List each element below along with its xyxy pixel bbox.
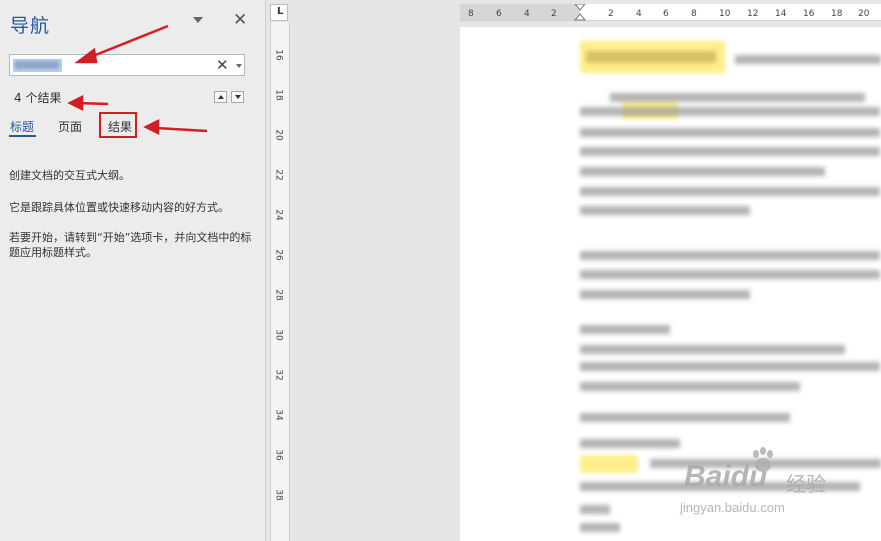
search-value xyxy=(15,61,59,69)
results-count: 4 个结果 xyxy=(14,91,62,105)
blurred-text-line xyxy=(580,382,800,391)
blurred-text xyxy=(735,55,881,64)
blurred-text-line xyxy=(610,93,865,102)
ruler-tick-label: 22 xyxy=(273,169,284,181)
ruler-tick-label: 20 xyxy=(273,129,284,141)
ruler-tick-label: 6 xyxy=(496,9,502,19)
vertical-ruler[interactable]: 16 18 20 22 24 26 28 30 32 34 36 38 xyxy=(270,22,290,541)
results-tab-highlight-box xyxy=(99,112,137,138)
tab-headings[interactable]: 标题 xyxy=(10,118,34,135)
navigation-pane: 导航 ✕ ✕ 4 个结果 标题 页面 结果 创建文档的交互式大纲。 它是跟踪具体… xyxy=(0,0,266,541)
chevron-down-icon[interactable] xyxy=(193,17,203,23)
ruler-tick-label: 36 xyxy=(273,449,284,461)
ruler-tick-label: 12 xyxy=(747,9,759,19)
triangle-down-icon xyxy=(235,95,241,99)
ruler-tick-label: 4 xyxy=(524,9,530,19)
search-dropdown-icon[interactable] xyxy=(236,64,242,68)
next-result-button[interactable] xyxy=(231,91,244,103)
nav-pane-title: 导航 xyxy=(10,15,51,37)
previous-result-button[interactable] xyxy=(214,91,227,103)
blurred-text-line xyxy=(580,206,750,215)
blurred-text-line xyxy=(580,439,680,448)
ruler-tick-label: 26 xyxy=(273,249,284,261)
ruler-tick-label: 16 xyxy=(273,49,284,61)
watermark-brand-cn: 经验 xyxy=(786,472,826,496)
watermark-url: jingyan.baidu.com xyxy=(680,500,785,515)
search-input[interactable]: ✕ xyxy=(9,54,245,76)
ruler-tick-label: 6 xyxy=(663,9,669,19)
ruler-tick-label: 24 xyxy=(273,209,284,221)
ruler-tick-label: 10 xyxy=(719,9,731,19)
blurred-text-line xyxy=(580,362,880,371)
blurred-highlight xyxy=(580,455,638,473)
blurred-text-line xyxy=(580,187,880,196)
blurred-text-line xyxy=(580,167,825,176)
baidu-watermark: Baidu 经验 jingyan.baidu.com xyxy=(676,446,836,526)
blurred-text-line xyxy=(580,523,620,532)
ruler-tab-selector[interactable]: L xyxy=(270,4,288,21)
ruler-tick-label: 32 xyxy=(273,369,284,381)
ruler-tick-label: 20 xyxy=(858,9,870,19)
nav-message-3: 若要开始，请转到“开始”选项卡，并向文档中的标题应用标题样式。 xyxy=(9,231,252,259)
ruler-tick-label: 4 xyxy=(636,9,642,19)
blurred-text-line xyxy=(580,325,670,334)
ruler-tick-label: 8 xyxy=(468,9,474,19)
ruler-tick-label: 18 xyxy=(831,9,843,19)
tab-pages[interactable]: 页面 xyxy=(58,118,82,135)
ruler-tick-label: 38 xyxy=(273,489,284,501)
ruler-tick-label: 8 xyxy=(691,9,697,19)
ruler-tick-label: 16 xyxy=(803,9,815,19)
blurred-text-line xyxy=(580,147,880,156)
ruler-left-margin xyxy=(460,4,580,20)
ruler-tick-label: 34 xyxy=(273,409,284,421)
triangle-up-icon xyxy=(218,95,224,99)
blurred-text-line xyxy=(580,413,790,422)
blurred-text-line xyxy=(580,290,750,299)
blurred-text-line xyxy=(580,251,880,260)
watermark-brand: Baidu xyxy=(684,460,768,493)
blurred-text-line xyxy=(580,345,845,354)
ruler-tick-label: 2 xyxy=(608,9,614,19)
close-icon[interactable]: ✕ xyxy=(233,10,247,30)
clear-icon[interactable]: ✕ xyxy=(216,56,229,74)
ruler-tick-label: 14 xyxy=(775,9,787,19)
ruler-tick-label: 18 xyxy=(273,89,284,101)
blurred-text-line xyxy=(580,107,880,116)
indent-marker-icon[interactable] xyxy=(574,4,586,22)
active-tab-indicator xyxy=(9,135,36,137)
blurred-heading xyxy=(586,51,716,63)
blurred-text-line xyxy=(580,128,880,137)
ruler-tick-label: 28 xyxy=(273,289,284,301)
nav-message-1: 创建文档的交互式大纲。 xyxy=(9,169,130,182)
nav-message-2: 它是跟踪具体位置或快速移动内容的好方式。 xyxy=(9,201,229,214)
ruler-tick-label: 2 xyxy=(551,9,557,19)
blurred-text-line xyxy=(580,270,880,279)
horizontal-ruler[interactable]: 8 6 4 2 2 4 6 8 10 12 14 16 18 20 xyxy=(460,4,881,21)
ruler-tick-label: 30 xyxy=(273,329,284,341)
blurred-text-line xyxy=(580,505,610,514)
